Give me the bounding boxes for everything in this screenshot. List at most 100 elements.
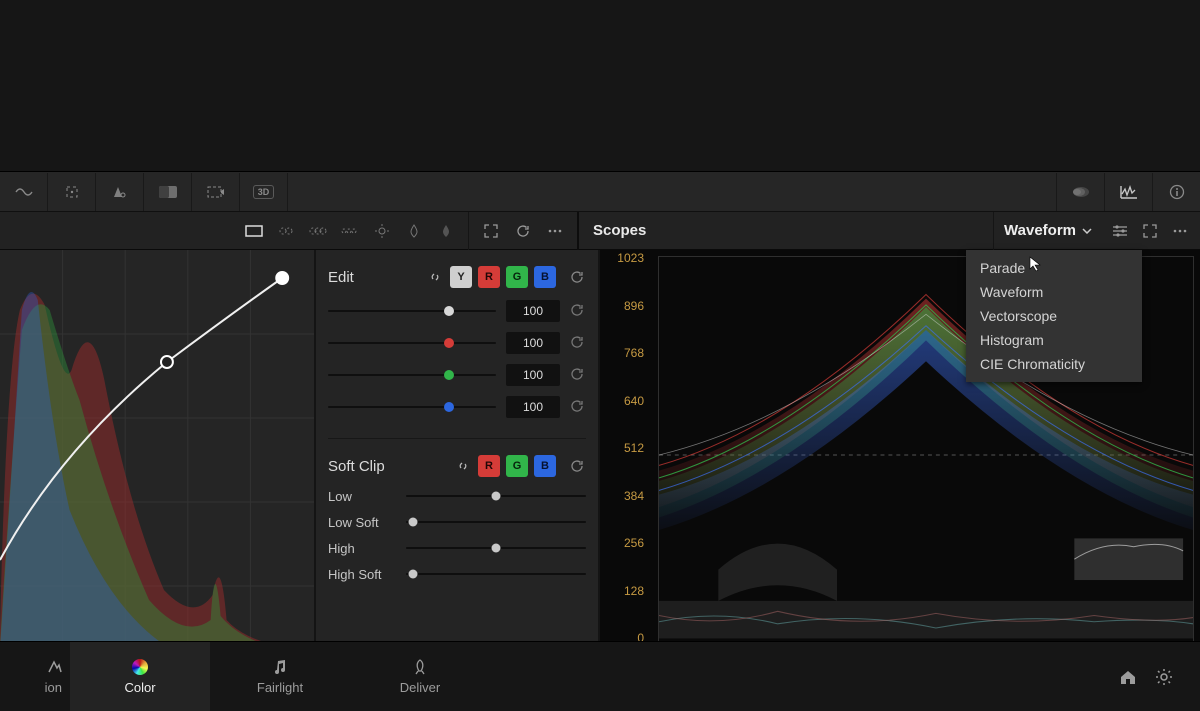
nav-label: Deliver	[400, 680, 440, 695]
reset-icon[interactable]	[570, 367, 586, 383]
softclip-slider[interactable]	[406, 567, 586, 581]
scopes-panel: 10238967686405123842561280	[600, 250, 1200, 670]
softclip-reset-icon[interactable]	[568, 457, 586, 475]
softclip-row: Low	[328, 483, 586, 509]
scope-tick: 256	[624, 536, 644, 550]
palette-controls: Scopes Waveform	[0, 212, 1200, 250]
reset-icon[interactable]	[570, 399, 586, 415]
edit-reset-icon[interactable]	[568, 268, 586, 286]
nav-fairlight[interactable]: Fairlight	[210, 642, 350, 711]
edit-title: Edit	[328, 269, 354, 286]
edit-slider[interactable]	[328, 304, 496, 318]
edit-slider-row: 100	[328, 296, 586, 326]
scope-tick: 640	[624, 394, 644, 408]
scope-menu-item[interactable]: Parade	[966, 256, 1142, 280]
viewer-area	[0, 0, 1200, 172]
gallery-icon[interactable]	[1056, 173, 1104, 211]
softclip-label: Low	[328, 489, 396, 504]
mask-tool-icon[interactable]	[144, 173, 192, 211]
scope-more-icon[interactable]	[1168, 219, 1192, 243]
scope-menu-item[interactable]: CIE Chromaticity	[966, 352, 1142, 376]
softclip-label: High	[328, 541, 396, 556]
scope-settings-icon[interactable]	[1108, 219, 1132, 243]
softclip-g[interactable]: G	[506, 455, 528, 477]
scope-type-dropdown[interactable]: Waveform	[994, 222, 1102, 239]
scope-y-axis: 10238967686405123842561280	[600, 250, 652, 670]
softclip-label: High Soft	[328, 567, 396, 582]
expand-icon[interactable]	[479, 219, 503, 243]
scope-tick: 896	[624, 299, 644, 313]
palette-panels: Edit Y R G B 100 100 100 1	[0, 250, 1200, 670]
nav-label: Fairlight	[257, 680, 303, 695]
scope-menu-item[interactable]: Vectorscope	[966, 304, 1142, 328]
chevron-down-icon	[1082, 228, 1092, 234]
softclip-slider[interactable]	[406, 515, 586, 529]
nav-prev-partial[interactable]: ion	[0, 642, 70, 711]
scope-tick: 128	[624, 584, 644, 598]
mode-sun-icon[interactable]	[370, 219, 394, 243]
scope-menu-item[interactable]: Waveform	[966, 280, 1142, 304]
softclip-row: High Soft	[328, 561, 586, 587]
scope-tick: 1023	[617, 251, 644, 265]
shape-tool-icon[interactable]	[0, 173, 48, 211]
edit-slider[interactable]	[328, 368, 496, 382]
channel-b[interactable]: B	[534, 266, 556, 288]
mode-rect-icon[interactable]	[242, 219, 266, 243]
edit-value[interactable]: 100	[506, 300, 560, 322]
edit-slider-row: 100	[328, 360, 586, 390]
waveform-icon[interactable]	[1104, 173, 1152, 211]
link-icon[interactable]	[426, 268, 444, 286]
edit-panel: Edit Y R G B 100 100 100 1	[316, 250, 600, 670]
softclip-b[interactable]: B	[534, 455, 556, 477]
reset-all-icon[interactable]	[511, 219, 535, 243]
nav-deliver[interactable]: Deliver	[350, 642, 490, 711]
softclip-slider[interactable]	[406, 489, 586, 503]
rocket-icon	[412, 659, 428, 675]
softclip-row: Low Soft	[328, 509, 586, 535]
edit-value[interactable]: 100	[506, 332, 560, 354]
scope-type-menu: Parade Waveform Vectorscope Histogram CI…	[966, 250, 1142, 382]
nav-label: ion	[45, 680, 62, 695]
scope-tick: 768	[624, 346, 644, 360]
nav-label: Color	[124, 680, 155, 695]
curves-panel[interactable]	[0, 250, 316, 670]
channel-r[interactable]: R	[478, 266, 500, 288]
color-wheel-icon	[132, 659, 148, 675]
channel-g[interactable]: G	[506, 266, 528, 288]
mode-drop2-icon[interactable]	[434, 219, 458, 243]
music-icon	[273, 659, 287, 675]
channel-y[interactable]: Y	[450, 266, 472, 288]
3d-tool-icon[interactable]: 3D	[240, 173, 288, 211]
reset-icon[interactable]	[570, 335, 586, 351]
scope-tick: 384	[624, 489, 644, 503]
crop-tool-icon[interactable]	[192, 173, 240, 211]
softclip-r[interactable]: R	[478, 455, 500, 477]
edit-slider[interactable]	[328, 336, 496, 350]
scope-type-label: Waveform	[1004, 222, 1076, 239]
scope-menu-item[interactable]: Histogram	[966, 328, 1142, 352]
more-left-icon[interactable]	[543, 219, 567, 243]
softclip-label: Low Soft	[328, 515, 396, 530]
edit-slider-row: 100	[328, 328, 586, 358]
mode-dots3-icon[interactable]	[306, 219, 330, 243]
cursor-icon	[1028, 256, 1044, 272]
edit-value[interactable]: 100	[506, 364, 560, 386]
softclip-slider[interactable]	[406, 541, 586, 555]
scope-expand-icon[interactable]	[1138, 219, 1162, 243]
mode-drop1-icon[interactable]	[402, 219, 426, 243]
reset-icon[interactable]	[570, 303, 586, 319]
edit-value[interactable]: 100	[506, 396, 560, 418]
home-icon[interactable]	[1110, 642, 1146, 711]
focus-tool-icon[interactable]	[48, 173, 96, 211]
node-toolbar: 3D	[0, 172, 1200, 212]
edit-slider[interactable]	[328, 400, 496, 414]
blur-tool-icon[interactable]	[96, 173, 144, 211]
mode-dots4-icon[interactable]	[338, 219, 362, 243]
info-icon[interactable]	[1152, 173, 1200, 211]
mode-dots2-icon[interactable]	[274, 219, 298, 243]
softclip-link-icon[interactable]	[454, 457, 472, 475]
scopes-title: Scopes	[579, 222, 646, 239]
softclip-row: High	[328, 535, 586, 561]
nav-color[interactable]: Color	[70, 642, 210, 711]
gear-icon[interactable]	[1146, 642, 1182, 711]
